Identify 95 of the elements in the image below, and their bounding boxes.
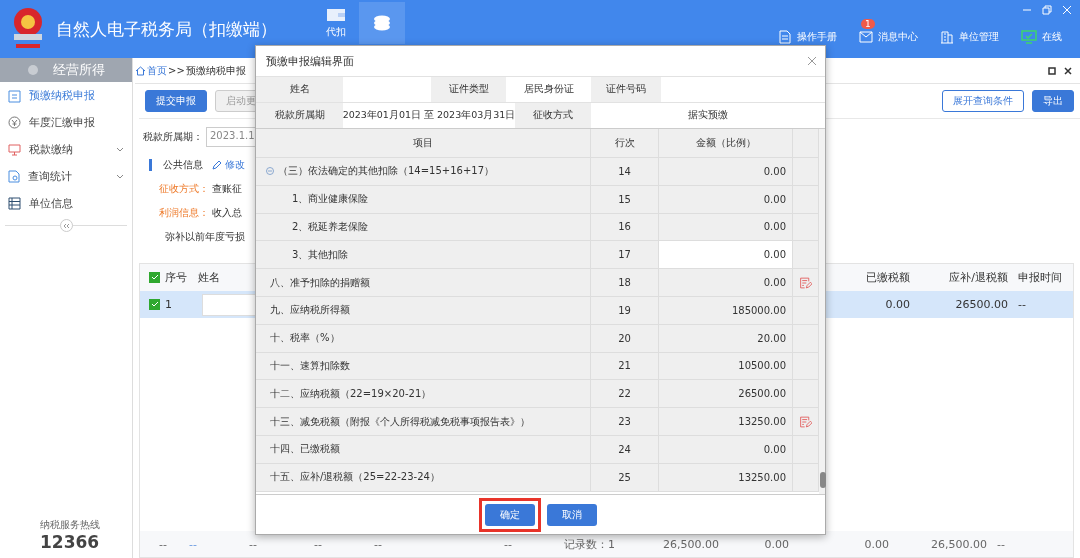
breadcrumb-link[interactable]: 首页 xyxy=(147,63,167,78)
item-label: 十一、速算扣除数 xyxy=(270,358,350,373)
toolbar-button[interactable]: 展开查询条件 xyxy=(942,90,1024,112)
amount-cell: 26500.00 xyxy=(659,380,793,408)
amount-cell: 0.00 xyxy=(659,185,793,213)
line-number: 14 xyxy=(591,158,659,185)
info-label: 证件号码 xyxy=(591,77,661,102)
sidebar-header: 经营所得 xyxy=(0,58,132,82)
line-number: 15 xyxy=(591,185,659,213)
line-number: 23 xyxy=(591,408,659,435)
header-tool[interactable]: 在线 xyxy=(1021,30,1062,44)
amount-input[interactable]: 0.00 xyxy=(659,241,793,269)
item-label: 十三、减免税额（附报《个人所得税减免税事项报告表》） xyxy=(270,414,530,429)
item-label: 十四、已缴税额 xyxy=(270,442,340,457)
item-label: （三）依法确定的其他扣除（14=15+16+17） xyxy=(278,164,495,179)
line-number: 24 xyxy=(591,435,659,463)
toolbar-button[interactable]: 提交申报 xyxy=(145,90,207,112)
column-header: 姓名 xyxy=(197,270,221,285)
item-label: 2、税延养老保险 xyxy=(292,220,369,234)
column-header: 申报时间 xyxy=(1017,270,1063,285)
header-tool[interactable]: 单位管理 xyxy=(940,30,999,44)
table-cell-text: 1 xyxy=(164,298,173,311)
dialog-title: 预缴申报编辑界面 xyxy=(266,53,354,69)
column-header: 金额（比例） xyxy=(659,129,793,157)
amount-cell: 0.00 xyxy=(659,158,793,185)
hotline-number: 12366 xyxy=(40,532,101,552)
field-label: 征收方式： xyxy=(159,182,209,196)
amount-cell: 0.00 xyxy=(659,435,793,463)
sidebar-item[interactable]: 税款缴纳 xyxy=(0,136,132,163)
line-number: 25 xyxy=(591,463,659,491)
field-value: 收入总 xyxy=(212,206,242,220)
item-label: 十二、应纳税额（22=19×20-21） xyxy=(270,386,432,401)
column-header: 序号 xyxy=(164,270,188,285)
cancel-button[interactable]: 取消 xyxy=(546,503,597,526)
sidebar-item[interactable]: 查询统计 xyxy=(0,163,132,190)
line-number: 16 xyxy=(591,213,659,241)
amount-cell: 20.00 xyxy=(659,324,793,352)
info-label: 证件类型 xyxy=(431,77,506,102)
sidebar-item[interactable]: 预缴纳税申报 xyxy=(0,82,132,109)
amount-cell: 13250.00 xyxy=(659,408,793,435)
nav-tab[interactable]: 代扣 xyxy=(313,2,359,44)
sidebar-item[interactable]: 单位信息 xyxy=(0,190,132,217)
item-label: 八、准予扣除的捐赠额 xyxy=(270,275,370,290)
item-label: 九、应纳税所得额 xyxy=(270,303,350,318)
item-label: 1、商业健康保险 xyxy=(292,192,369,207)
summary-cell-text: 0.00 xyxy=(763,537,790,551)
line-number: 19 xyxy=(591,297,659,324)
line-number: 18 xyxy=(591,269,659,296)
summary-cell-text: 记录数：1 xyxy=(563,536,616,552)
count-badge: 1 xyxy=(861,19,875,29)
summary-cell-text: -- xyxy=(373,537,383,551)
line-number: 22 xyxy=(591,380,659,408)
summary-cell-text: -- xyxy=(313,537,323,551)
header-tool[interactable]: 操作手册 xyxy=(778,30,837,44)
field-label: 利润信息： xyxy=(159,206,209,220)
section-title: 公共信息 xyxy=(163,158,203,172)
item-label: 十五、应补/退税额（25=22-23-24） xyxy=(270,470,440,485)
info-label: 姓名 xyxy=(256,77,343,102)
loss-label: 弥补以前年度亏损 xyxy=(165,230,245,244)
breadcrumb-separator: >> xyxy=(168,65,185,76)
item-label: 3、其他扣除 xyxy=(292,247,349,262)
column-header: 应补/退税额 xyxy=(948,270,1009,285)
column-header: 行次 xyxy=(591,129,659,157)
hotline-label: 纳税服务热线 xyxy=(40,518,101,532)
period-label: 税款所属期： xyxy=(143,130,203,144)
confirm-button[interactable]: 确定 xyxy=(484,503,535,526)
table-cell-text: 0.00 xyxy=(884,298,911,311)
summary-cell-text: -- xyxy=(996,537,1006,551)
summary-cell-text: 26,500.00 xyxy=(662,537,720,551)
sidebar-item[interactable]: 年度汇缴申报 xyxy=(0,109,132,136)
column-header: 已缴税额 xyxy=(865,270,911,285)
amount-cell: 185000.00 xyxy=(659,297,793,324)
summary-cell-text: 26,500.00 xyxy=(930,537,988,551)
info-label: 税款所属期 xyxy=(256,103,343,128)
summary-cell-text: -- xyxy=(158,537,168,551)
amount-cell: 0.00 xyxy=(659,269,793,296)
amount-cell: 13250.00 xyxy=(659,463,793,491)
summary-cell-text: 0.00 xyxy=(863,537,890,551)
line-number: 20 xyxy=(591,324,659,352)
table-cell-text: -- xyxy=(1017,298,1027,311)
toolbar-button[interactable]: 导出 xyxy=(1032,90,1074,112)
column-header: 项目 xyxy=(256,129,591,157)
item-label: 十、税率（%） xyxy=(270,331,340,346)
line-number: 21 xyxy=(591,352,659,380)
table-cell-text: 26500.00 xyxy=(954,298,1009,311)
amount-cell: 10500.00 xyxy=(659,352,793,380)
amount-cell: 0.00 xyxy=(659,213,793,241)
summary-cell-text: -- xyxy=(503,537,513,551)
edit-link[interactable]: 修改 xyxy=(225,158,245,172)
field-value: 查账征 xyxy=(212,182,242,196)
info-label: 征收方式 xyxy=(515,103,591,128)
app-title: 自然人电子税务局（扣缴端） xyxy=(56,17,277,41)
breadcrumb-current: 预缴纳税申报 xyxy=(185,63,246,78)
summary-cell-text: -- xyxy=(248,537,258,551)
summary-cell-text: -- xyxy=(188,537,198,551)
